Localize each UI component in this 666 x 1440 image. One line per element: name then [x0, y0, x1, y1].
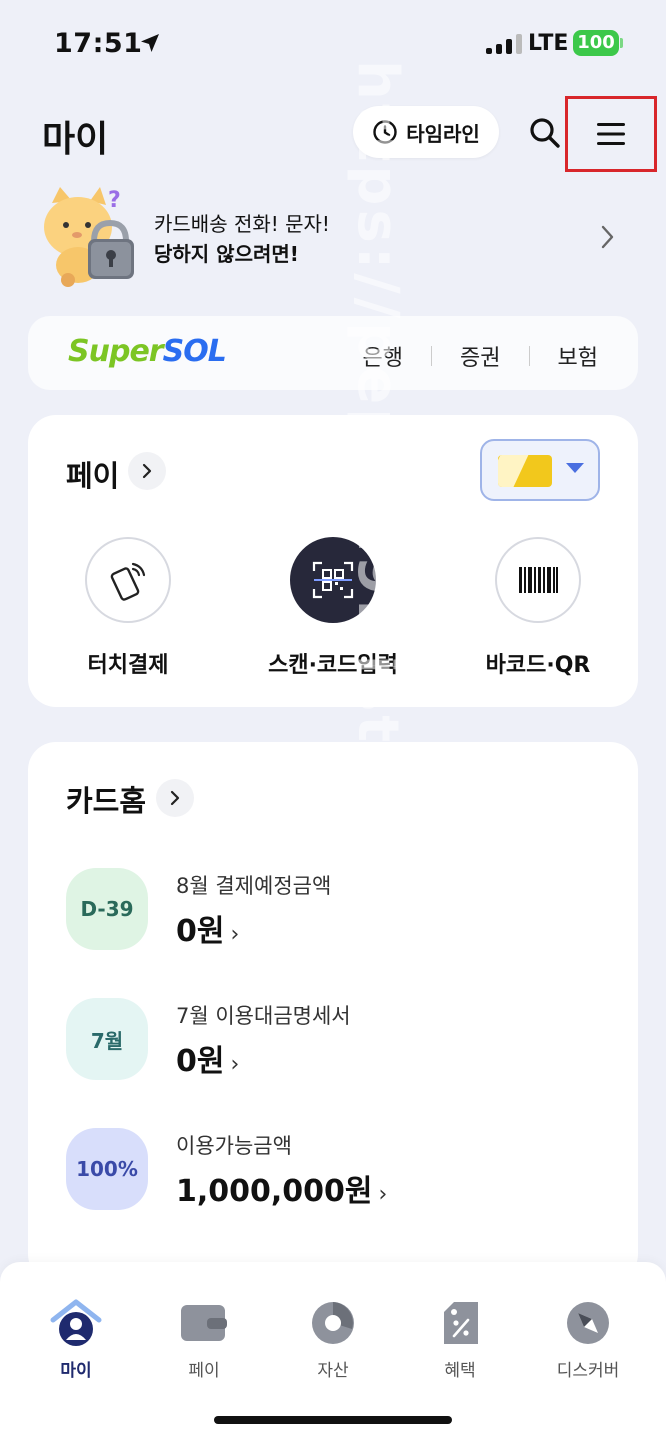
location-arrow-icon: [141, 34, 159, 52]
status-bar: 17:51 LTE 100: [0, 0, 666, 90]
clock-icon: [373, 120, 397, 144]
available-limit-row[interactable]: 100% 이용가능금액 1,000,000원 ›: [66, 1128, 606, 1212]
link-securities[interactable]: 증권: [460, 340, 500, 372]
card-thumbnail: [498, 455, 552, 487]
touch-pay-icon: [85, 537, 171, 623]
signal-icon: [486, 34, 522, 54]
timeline-label: 타임라인: [406, 121, 480, 146]
tab-my[interactable]: 마이: [26, 1296, 126, 1381]
row-value: 0원 ›: [176, 1044, 240, 1079]
tab-label: 페이: [188, 1361, 220, 1381]
dday-badge: D-39: [66, 868, 148, 950]
link-insurance[interactable]: 보험: [558, 340, 598, 372]
network-type: LTE: [528, 31, 569, 56]
tab-assets[interactable]: 자산: [283, 1296, 383, 1381]
supersol-logo[interactable]: SuperSOL: [68, 334, 227, 369]
chevron-right-icon: ›: [378, 1182, 388, 1207]
tab-discover[interactable]: 디스커버: [538, 1296, 638, 1381]
chevron-right-icon: [170, 790, 180, 806]
qr-scan-label: 스캔·코드입력: [268, 653, 398, 678]
row-value: 1,000,000원 ›: [176, 1174, 388, 1209]
banner-line2: 당하지 않으려면!: [154, 242, 299, 266]
payment-due-row[interactable]: D-39 8월 결제예정금액 0원 ›: [66, 868, 606, 952]
month-badge: 7월: [66, 998, 148, 1080]
compass-icon: [561, 1296, 615, 1350]
chevron-right-icon: [601, 225, 614, 249]
barcode-label: 바코드·QR: [485, 653, 591, 678]
timeline-button[interactable]: 타임라인: [353, 106, 499, 158]
pie-chart-icon: [306, 1296, 360, 1350]
tab-pay[interactable]: 페이: [154, 1296, 254, 1381]
tab-benefits[interactable]: 혜택: [410, 1296, 510, 1381]
status-time: 17:51: [54, 28, 143, 59]
card-selector[interactable]: [480, 439, 600, 501]
link-bank[interactable]: 은행: [363, 340, 403, 372]
menu-button[interactable]: [565, 96, 657, 172]
chevron-right-icon: ›: [230, 1052, 240, 1077]
cardhome-section: 카드홈 D-39 8월 결제예정금액 0원 › 7월 7월 이용대금명세서 0원 ›…: [28, 742, 638, 1282]
tab-label: 자산: [317, 1361, 349, 1381]
promo-banner[interactable]: ? 카드배송 전화! 문자! 당하지 않으려면!: [30, 185, 636, 295]
divider: [528, 346, 530, 366]
cardhome-more-button[interactable]: [156, 779, 194, 817]
discount-tag-icon: [433, 1296, 487, 1350]
chevron-right-icon: [142, 463, 152, 479]
supersol-bar: SuperSOL 은행 증권 보험: [28, 316, 638, 390]
barcode-icon: [495, 537, 581, 623]
tab-label: 마이: [60, 1361, 92, 1381]
qr-scan-button[interactable]: 스캔·코드입력: [233, 537, 433, 687]
touch-pay-button[interactable]: 터치결제: [28, 537, 228, 687]
row-label: 8월 결제예정금액: [176, 874, 332, 898]
percent-badge: 100%: [66, 1128, 148, 1210]
bottom-tab-bar: 마이 페이 자산 혜택 디스커버: [0, 1262, 666, 1440]
wallet-icon: [177, 1296, 231, 1350]
home-person-icon: [49, 1296, 103, 1350]
pay-section: 페이 터치결제 스캔·코드입력 바코드·QR: [28, 415, 638, 707]
qr-scan-icon: [290, 537, 376, 623]
tab-label: 디스커버: [556, 1361, 620, 1381]
cat-lock-illustration: ?: [44, 187, 134, 287]
pay-title[interactable]: 페이: [66, 453, 119, 495]
battery-nub: [620, 38, 623, 48]
barcode-button[interactable]: 바코드·QR: [438, 537, 638, 687]
tab-label: 혜택: [444, 1361, 476, 1381]
chevron-right-icon: ›: [230, 922, 240, 947]
menu-icon: [597, 123, 625, 145]
supersol-links: 은행 증권 보험: [363, 340, 598, 372]
page-header: 마이 타임라인: [0, 96, 666, 176]
row-label: 7월 이용대금명세서: [176, 1004, 351, 1028]
search-icon[interactable]: [525, 113, 565, 153]
svg-text:?: ?: [108, 188, 121, 213]
cardhome-title[interactable]: 카드홈: [66, 778, 146, 820]
home-indicator[interactable]: [214, 1416, 452, 1424]
divider: [431, 346, 433, 366]
touch-pay-label: 터치결제: [87, 653, 169, 678]
page-title: 마이: [42, 119, 109, 160]
statement-row[interactable]: 7월 7월 이용대금명세서 0원 ›: [66, 998, 606, 1082]
battery-icon: 100: [573, 30, 619, 56]
caret-down-icon: [566, 463, 584, 473]
row-label: 이용가능금액: [176, 1134, 292, 1158]
banner-line1: 카드배송 전화! 문자!: [154, 212, 330, 236]
pay-more-button[interactable]: [128, 452, 166, 490]
row-value: 0원 ›: [176, 914, 240, 949]
